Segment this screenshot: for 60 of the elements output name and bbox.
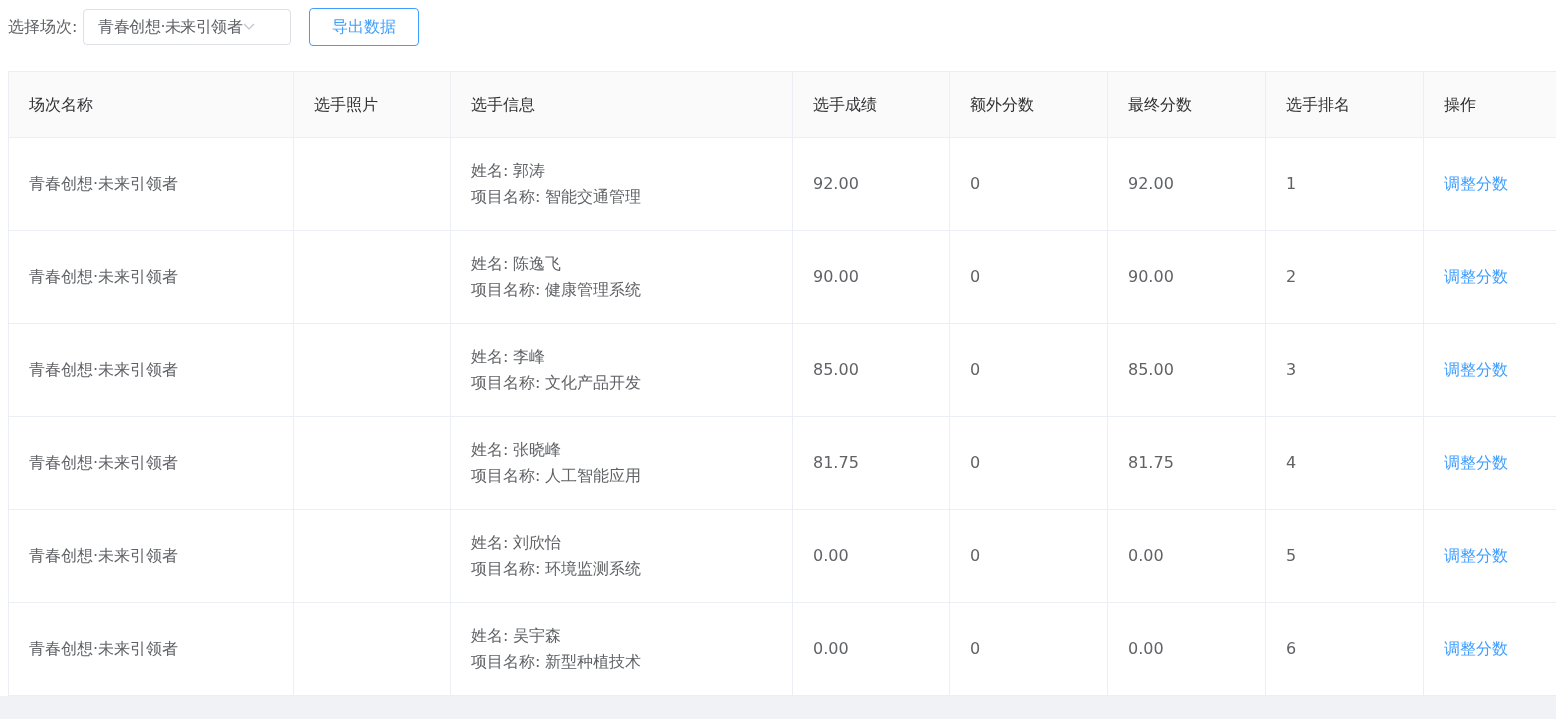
- table-cell-text: 0: [970, 173, 981, 195]
- column-header: 选手排名: [1286, 93, 1350, 116]
- table-cell-text: 4: [1286, 452, 1297, 474]
- table-cell-text: 0.00: [1128, 545, 1164, 567]
- table-cell-text: 项目名称: 环境监测系统: [471, 558, 642, 580]
- table-cell-text: 0: [970, 266, 981, 288]
- column-header: 选手照片: [314, 93, 378, 116]
- column-header: 操作: [1444, 93, 1476, 116]
- column-header: 场次名称: [29, 93, 93, 116]
- adjust-score-link[interactable]: 调整分数: [1444, 451, 1508, 475]
- adjust-score-link[interactable]: 调整分数: [1444, 358, 1508, 382]
- table-cell-text: 姓名: 张晓峰: [471, 439, 562, 461]
- session-select[interactable]: 青春创想·未来引领者: [83, 9, 292, 45]
- column-header: 选手成绩: [813, 93, 877, 116]
- table-cell-text: 项目名称: 健康管理系统: [471, 279, 642, 301]
- table-cell-text: 姓名: 刘欣怡: [471, 532, 562, 554]
- table-cell-text: 姓名: 郭涛: [471, 160, 546, 182]
- table-cell-text: 92.00: [813, 173, 859, 195]
- filter-label: 选择场次:: [8, 16, 78, 38]
- table-cell-text: 项目名称: 人工智能应用: [471, 465, 642, 487]
- table-cell-text: 姓名: 李峰: [471, 346, 546, 368]
- chevron-down-icon: [243, 23, 256, 31]
- table-cell-text: 0: [970, 452, 981, 474]
- table-cell-text: 姓名: 吴宇森: [471, 625, 562, 647]
- table-cell-text: 0.00: [813, 638, 849, 660]
- table-cell-text: 1: [1286, 173, 1297, 195]
- table-cell-text: 3: [1286, 359, 1297, 381]
- table-cell-text: 青春创想·未来引领者: [29, 359, 179, 381]
- table-cell-text: 项目名称: 智能交通管理: [471, 186, 642, 208]
- table-cell-text: 项目名称: 文化产品开发: [471, 372, 642, 394]
- table-cell-text: 青春创想·未来引领者: [29, 452, 179, 474]
- table-cell-text: 姓名: 陈逸飞: [471, 253, 562, 275]
- export-button[interactable]: 导出数据: [309, 8, 420, 46]
- table-cell-text: 90.00: [813, 266, 859, 288]
- table-cell-text: 90.00: [1128, 266, 1174, 288]
- table-cell-text: 92.00: [1128, 173, 1174, 195]
- table-cell-text: 85.00: [1128, 359, 1174, 381]
- column-header: 额外分数: [970, 93, 1034, 116]
- table-cell-text: 2: [1286, 266, 1297, 288]
- table-cell-text: 0: [970, 359, 981, 381]
- table-cell-text: 0: [970, 638, 981, 660]
- table-cell-text: 0.00: [1128, 638, 1164, 660]
- table-cell-text: 85.00: [813, 359, 859, 381]
- table-cell-text: 项目名称: 新型种植技术: [471, 651, 642, 673]
- table-cell-text: 青春创想·未来引领者: [29, 266, 179, 288]
- table-cell-text: 81.75: [1128, 452, 1174, 474]
- adjust-score-link[interactable]: 调整分数: [1444, 265, 1508, 289]
- table-cell-text: 0.00: [813, 545, 849, 567]
- table-cell-text: 青春创想·未来引领者: [29, 638, 179, 660]
- column-header: 选手信息: [471, 93, 535, 116]
- adjust-score-link[interactable]: 调整分数: [1444, 637, 1508, 661]
- adjust-score-link[interactable]: 调整分数: [1444, 172, 1508, 196]
- table-cell-text: 青春创想·未来引领者: [29, 173, 179, 195]
- table-cell-text: 6: [1286, 638, 1297, 660]
- table-cell-text: 青春创想·未来引领者: [29, 545, 179, 567]
- table-cell-text: 5: [1286, 545, 1297, 567]
- column-header: 最终分数: [1128, 93, 1192, 116]
- table-cell-text: 0: [970, 545, 981, 567]
- table-cell-text: 81.75: [813, 452, 859, 474]
- adjust-score-link[interactable]: 调整分数: [1444, 544, 1508, 568]
